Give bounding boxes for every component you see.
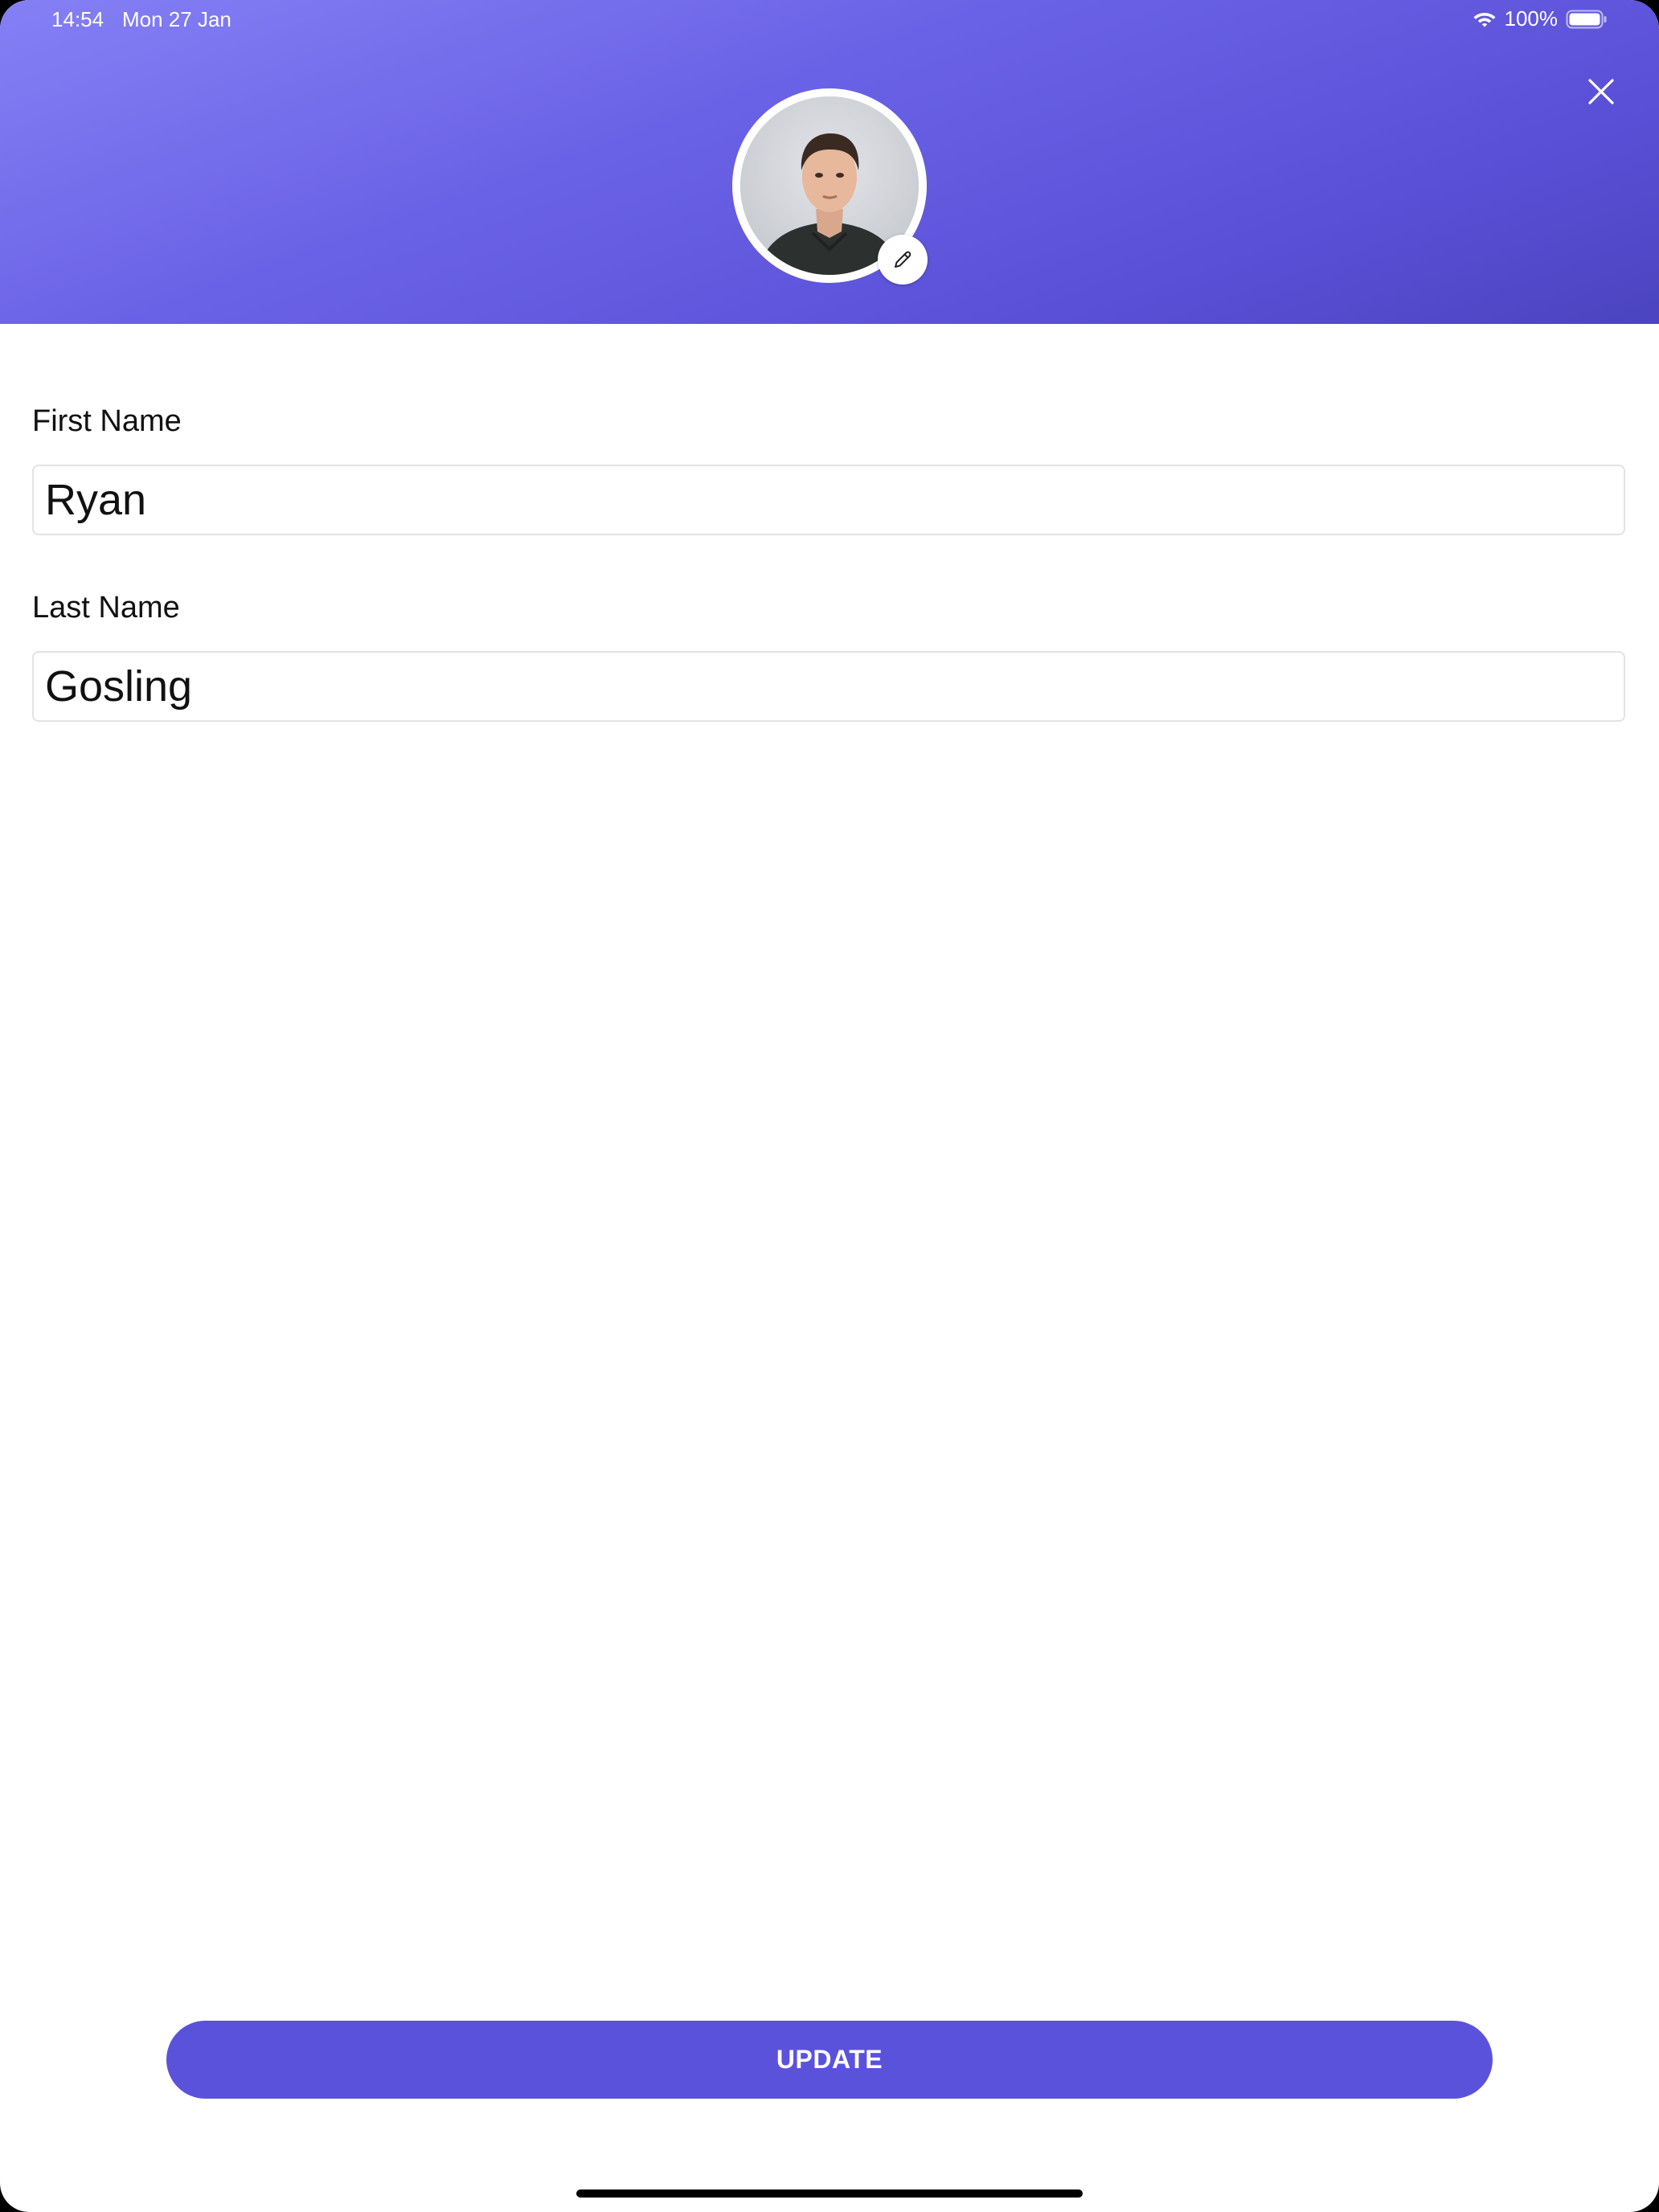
status-bar: 14:54 Mon 27 Jan 100% — [0, 0, 1659, 39]
close-icon — [1588, 79, 1614, 104]
status-time: 14:54 — [51, 7, 104, 31]
pencil-icon — [895, 251, 911, 268]
battery-percent: 100% — [1504, 6, 1559, 31]
profile-edit-screen: 14:54 Mon 27 Jan 100% First Name Ryan La… — [0, 0, 1659, 2212]
battery-icon — [1566, 10, 1607, 28]
first-name-input[interactable] — [32, 465, 1625, 535]
last-name-label: Last Name — [32, 591, 180, 625]
wifi-icon — [1473, 12, 1495, 27]
edit-avatar-button[interactable] — [878, 235, 928, 285]
update-button[interactable]: UPDATE — [166, 2021, 1493, 2099]
profile-header: 14:54 Mon 27 Jan 100% — [0, 0, 1659, 324]
home-indicator — [576, 2189, 1083, 2198]
last-name-input[interactable] — [32, 651, 1625, 722]
close-button[interactable] — [1580, 71, 1622, 113]
status-date: Mon 27 Jan — [122, 7, 231, 31]
first-name-label: First Name — [32, 404, 182, 438]
status-indicators: 100% — [1473, 6, 1608, 31]
